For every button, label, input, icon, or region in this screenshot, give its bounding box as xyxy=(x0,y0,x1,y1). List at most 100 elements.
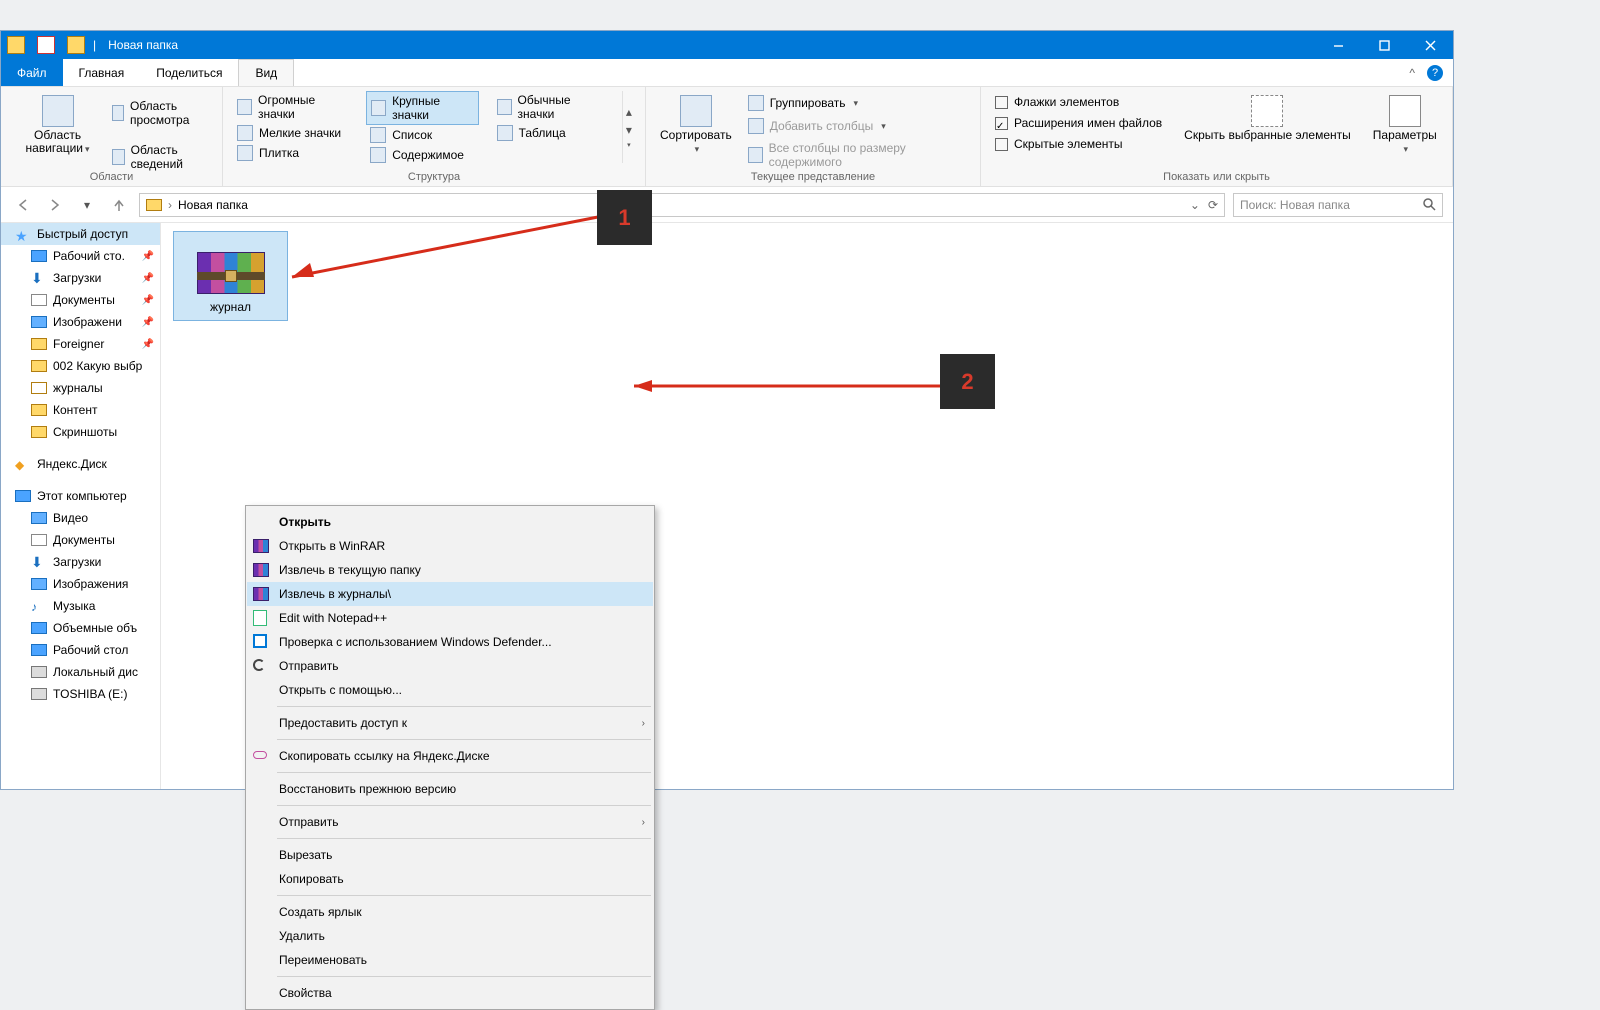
ctx-notepad[interactable]: Edit with Notepad++ xyxy=(247,606,653,630)
sidebar-item-3d[interactable]: Объемные объ xyxy=(1,617,160,639)
ctx-shortcut[interactable]: Создать ярлык xyxy=(247,900,653,924)
sidebar-item-content[interactable]: Контент xyxy=(1,399,160,421)
tab-share[interactable]: Поделиться xyxy=(140,59,238,86)
separator xyxy=(277,772,651,773)
layout-content[interactable]: Содержимое xyxy=(366,145,478,165)
sidebar-quick-access[interactable]: ★Быстрый доступ xyxy=(1,223,160,245)
options-button[interactable]: Параметры▾ xyxy=(1369,91,1441,160)
sidebar-item-music[interactable]: ♪Музыка xyxy=(1,595,160,617)
layout-xl[interactable]: Огромные значки xyxy=(233,91,352,123)
sidebar-item-journals[interactable]: журналы xyxy=(1,377,160,399)
back-button[interactable] xyxy=(11,193,35,217)
qat-icon-folder[interactable] xyxy=(67,36,85,54)
sidebar-item-toshiba[interactable]: TOSHIBA (E:) xyxy=(1,683,160,705)
sidebar-item-desktop[interactable]: Рабочий сто.📌 xyxy=(1,245,160,267)
ctx-extract-here[interactable]: Извлечь в текущую папку xyxy=(247,558,653,582)
up-button[interactable] xyxy=(107,193,131,217)
breadcrumb[interactable]: Новая папка xyxy=(178,198,248,212)
tab-file[interactable]: Файл xyxy=(1,59,63,86)
extensions-toggle[interactable]: Расширения имен файлов xyxy=(991,114,1166,132)
icons-icon xyxy=(497,99,512,115)
sidebar-this-pc[interactable]: Этот компьютер xyxy=(1,485,160,507)
document-icon xyxy=(31,534,47,546)
collapse-ribbon-icon[interactable]: ^ xyxy=(1401,59,1423,86)
sidebar-yandex-disk[interactable]: ◆Яндекс.Диск xyxy=(1,453,160,475)
hide-selected-button[interactable]: Скрыть выбранные элементы xyxy=(1180,91,1355,160)
ctx-properties[interactable]: Свойства xyxy=(247,981,653,1005)
icons-icon xyxy=(237,125,253,141)
ctx-label: Edit with Notepad++ xyxy=(279,611,387,625)
layout-sm[interactable]: Мелкие значки xyxy=(233,123,352,143)
nav-pane-button[interactable]: Область навигации▾ xyxy=(11,91,104,173)
layout-lg[interactable]: Крупные значки xyxy=(366,91,478,125)
tab-home[interactable]: Главная xyxy=(63,59,141,86)
ctx-copy-yandex-link[interactable]: Скопировать ссылку на Яндекс.Диске xyxy=(247,744,653,768)
sidebar-item-localdisk[interactable]: Локальный дис xyxy=(1,661,160,683)
ctx-send2[interactable]: Отправить› xyxy=(247,810,653,834)
details-pane-button[interactable]: Область сведений xyxy=(108,141,212,173)
ctx-label: Копировать xyxy=(279,872,344,886)
sidebar-item-pictures2[interactable]: Изображения xyxy=(1,573,160,595)
ctx-label: Открыть в WinRAR xyxy=(279,539,385,553)
chevron-down-icon[interactable]: ⌄ xyxy=(1190,198,1200,212)
ctx-extract-to[interactable]: Извлечь в журналы\ xyxy=(247,582,653,606)
download-icon: ⬇ xyxy=(31,272,47,284)
ctx-cut[interactable]: Вырезать xyxy=(247,843,653,867)
ext-label: Расширения имен файлов xyxy=(1014,116,1162,130)
ctx-copy[interactable]: Копировать xyxy=(247,867,653,891)
ctx-open[interactable]: Открыть xyxy=(247,510,653,534)
sidebar-item-video[interactable]: Видео xyxy=(1,507,160,529)
ctx-open-with[interactable]: Открыть с помощью... xyxy=(247,678,653,702)
sidebar-item-foreigner[interactable]: Foreigner 📌 xyxy=(1,333,160,355)
ctx-share[interactable]: Предоставить доступ к› xyxy=(247,711,653,735)
size-columns-button[interactable]: Все столбцы по размеру содержимого xyxy=(744,139,970,171)
sort-label: Сортировать xyxy=(660,128,732,142)
qat-icon[interactable] xyxy=(37,36,55,54)
folder-icon xyxy=(31,382,47,394)
sidebar-label: Foreigner xyxy=(53,337,104,351)
tab-view[interactable]: Вид xyxy=(238,59,294,86)
sidebar-item-downloads[interactable]: ⬇Загрузки📌 xyxy=(1,267,160,289)
checkboxes-toggle[interactable]: Флажки элементов xyxy=(991,93,1166,111)
ctx-label: Предоставить доступ к xyxy=(279,716,407,730)
group-button[interactable]: Группировать▾ xyxy=(744,93,970,113)
ctx-open-winrar[interactable]: Открыть в WinRAR xyxy=(247,534,653,558)
qat-icon[interactable] xyxy=(7,36,25,54)
ctx-send[interactable]: Отправить xyxy=(247,654,653,678)
search-input[interactable]: Поиск: Новая папка xyxy=(1233,193,1443,217)
sidebar-item-002[interactable]: 002 Какую выбр xyxy=(1,355,160,377)
download-icon: ⬇ xyxy=(31,556,47,568)
address-input[interactable]: › Новая папка ⌄ ⟳ xyxy=(139,193,1225,217)
forward-button[interactable] xyxy=(43,193,67,217)
sidebar-item-downloads2[interactable]: ⬇Загрузки xyxy=(1,551,160,573)
separator xyxy=(277,739,651,740)
ctx-rename[interactable]: Переименовать xyxy=(247,948,653,972)
layout-list[interactable]: Список xyxy=(366,125,478,145)
sidebar-item-pictures[interactable]: Изображени📌 xyxy=(1,311,160,333)
layout-table[interactable]: Таблица xyxy=(493,123,608,143)
refresh-icon[interactable]: ⟳ xyxy=(1208,198,1218,212)
sort-button[interactable]: Сортировать▾ xyxy=(656,91,736,171)
pin-icon: 📌 xyxy=(142,339,154,350)
close-button[interactable] xyxy=(1407,31,1453,59)
help-icon[interactable]: ? xyxy=(1427,65,1443,81)
layout-more[interactable]: ▴▾▾ xyxy=(622,91,635,163)
ctx-defender[interactable]: Проверка с использованием Windows Defend… xyxy=(247,630,653,654)
sidebar-label: TOSHIBA (E:) xyxy=(53,687,127,701)
minimize-button[interactable] xyxy=(1315,31,1361,59)
ctx-delete[interactable]: Удалить xyxy=(247,924,653,948)
ctx-restore[interactable]: Восстановить прежнюю версию xyxy=(247,777,653,801)
add-columns-button[interactable]: Добавить столбцы▾ xyxy=(744,116,970,136)
chevron-down-icon: ▾ xyxy=(1404,144,1409,154)
sidebar-item-documents2[interactable]: Документы xyxy=(1,529,160,551)
preview-pane-button[interactable]: Область просмотра xyxy=(108,97,212,129)
sidebar-item-documents[interactable]: Документы📌 xyxy=(1,289,160,311)
layout-md[interactable]: Обычные значки xyxy=(493,91,608,123)
sidebar-item-screenshots[interactable]: Скриншоты xyxy=(1,421,160,443)
layout-tiles[interactable]: Плитка xyxy=(233,143,352,163)
maximize-button[interactable] xyxy=(1361,31,1407,59)
hidden-toggle[interactable]: Скрытые элементы xyxy=(991,135,1166,153)
recent-button[interactable]: ▾ xyxy=(75,193,99,217)
sidebar-label: Быстрый доступ xyxy=(37,227,128,241)
sidebar-item-desktop2[interactable]: Рабочий стол xyxy=(1,639,160,661)
